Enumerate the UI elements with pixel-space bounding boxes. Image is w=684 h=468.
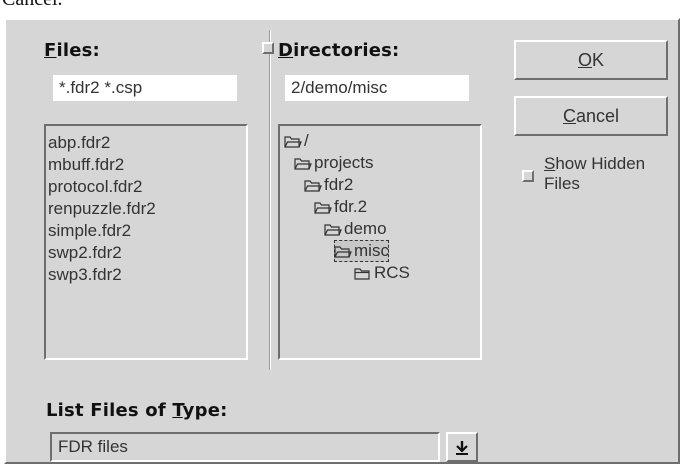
file-type-dropdown-button[interactable] (446, 432, 478, 462)
pane-sash-handle[interactable] (262, 42, 274, 54)
directory-item[interactable]: projects (294, 152, 374, 174)
ok-button-mnemonic: O (577, 49, 592, 70)
cancel-button[interactable]: Cancel (514, 96, 668, 136)
files-label-rest: iles: (56, 40, 100, 61)
cancel-button-rest: ancel (575, 105, 620, 126)
directory-item-label: demo (344, 219, 387, 238)
file-list-item[interactable]: abp.fdr2 (46, 132, 246, 154)
directories-path-input[interactable]: 2/demo/misc (284, 74, 470, 102)
files-filter-input[interactable]: *.fdr2 *.csp (52, 74, 238, 102)
directory-item[interactable]: misc (334, 240, 389, 262)
directory-item-label: fdr.2 (334, 197, 368, 216)
ok-button[interactable]: OK (514, 40, 668, 80)
directory-item[interactable]: fdr2 (304, 174, 353, 196)
directories-label: Directories: (278, 40, 399, 61)
folder-open-icon (334, 245, 352, 258)
directories-tree[interactable]: / projects fdr2 fdr.2 demo misc RCS (278, 124, 482, 360)
folder-closed-icon (354, 267, 370, 280)
folder-open-icon (294, 157, 312, 170)
directory-item[interactable]: RCS (354, 262, 410, 284)
file-type-label: List Files of Type: (46, 400, 228, 421)
folder-open-icon (284, 135, 302, 148)
files-label-mnemonic: F (44, 40, 57, 61)
directory-item-label: misc (354, 241, 389, 260)
pane-separator (269, 30, 271, 370)
directory-item-label: projects (314, 153, 374, 172)
directory-item[interactable]: / (284, 130, 309, 152)
directories-label-rest: irectories: (293, 40, 400, 61)
caption-text: Cancel. (0, 0, 684, 12)
file-type-label-rest: ype: (182, 400, 228, 421)
directory-item[interactable]: demo (324, 218, 387, 240)
folder-open-icon (324, 223, 342, 236)
directory-item-label: / (304, 131, 309, 150)
show-hidden-line1-rest: how Hidden (555, 154, 646, 173)
file-list-item[interactable]: simple.fdr2 (46, 220, 246, 242)
files-label: Files: (44, 40, 100, 61)
file-type-label-mnemonic: T (172, 400, 183, 421)
file-list-item[interactable]: swp2.fdr2 (46, 242, 246, 264)
directory-item-label: RCS (374, 263, 410, 282)
show-hidden-label-line2: Files (544, 174, 580, 193)
dropdown-arrow-icon (456, 441, 468, 455)
show-hidden-label[interactable]: Show Hidden Files (544, 154, 645, 194)
file-list-item[interactable]: mbuff.fdr2 (46, 154, 246, 176)
cancel-button-mnemonic: C (562, 105, 576, 126)
file-type-label-prefix: List Files of (46, 400, 173, 421)
show-hidden-checkbox[interactable] (522, 170, 534, 182)
directories-label-mnemonic: D (278, 40, 294, 61)
ok-button-rest: K (592, 49, 605, 70)
file-list-item[interactable]: renpuzzle.fdr2 (46, 198, 246, 220)
directory-item-label: fdr2 (324, 175, 354, 194)
file-dialog: Files: *.fdr2 *.csp abp.fdr2 mbuff.fdr2 pr… (4, 18, 680, 464)
files-listbox[interactable]: abp.fdr2 mbuff.fdr2 protocol.fdr2 renpuzzle… (44, 124, 248, 360)
file-type-select[interactable]: FDR files (50, 432, 440, 462)
directory-item[interactable]: fdr.2 (314, 196, 367, 218)
folder-open-icon (314, 201, 332, 214)
folder-open-icon (304, 179, 322, 192)
file-list-item[interactable]: protocol.fdr2 (46, 176, 246, 198)
show-hidden-label-line1: Show Hidden (544, 154, 645, 174)
show-hidden-mnemonic: S (544, 154, 556, 173)
file-list-item[interactable]: swp3.fdr2 (46, 264, 246, 286)
